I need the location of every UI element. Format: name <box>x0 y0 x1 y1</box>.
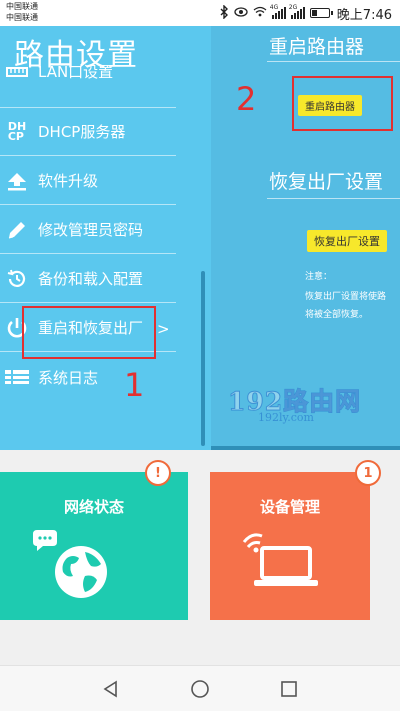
network-status-title: 网络状态 <box>63 498 124 516</box>
divider <box>267 61 400 62</box>
factory-reset-title: 恢复出厂设置 <box>269 171 384 193</box>
watermark-url: 192ly.com <box>258 411 314 424</box>
signal-2g-tag: 2G <box>288 4 298 11</box>
list-icon <box>2 369 32 385</box>
signal-2g-icon: 2G <box>288 4 305 19</box>
notice-line-1: 恢复出厂设置将使路 <box>305 292 387 302</box>
device-management-title: 设备管理 <box>259 498 320 516</box>
recents-square-icon <box>281 681 297 697</box>
menu-item-backup[interactable]: 备份和载入配置 <box>0 255 176 303</box>
menu-label-dhcp: DHCP服务器 <box>38 123 126 141</box>
network-status-card[interactable]: 网络状态 <box>0 472 188 620</box>
chevron-right-icon: > <box>157 320 170 338</box>
menu-label-upgrade: 软件升级 <box>38 172 99 190</box>
status-clock: 晚上7:46 <box>336 7 392 23</box>
android-nav-bar <box>0 665 400 711</box>
menu-item-lan[interactable]: LAN口设置 <box>0 60 176 108</box>
menu-item-upgrade[interactable]: 软件升级 <box>0 157 176 205</box>
status-bar: 中国联通 中国联通 4G 2G 晚上7:46 <box>0 0 400 26</box>
recents-button[interactable] <box>278 678 300 700</box>
dashboard-cards: 网络状态 ! 设备管理 1 <box>0 450 400 665</box>
wifi-laptop-icon <box>240 528 322 594</box>
chat-globe-icon <box>31 528 111 604</box>
annotation-number-step2: 2 <box>236 80 257 118</box>
router-settings-panel: 路由设置 LAN口设置 DH CP DHCP服务器 软件升级 修改管理员密码 备… <box>0 26 211 450</box>
menu-item-dhcp[interactable]: DH CP DHCP服务器 <box>0 108 176 156</box>
menu-label-password: 修改管理员密码 <box>38 221 144 239</box>
battery-icon <box>309 8 333 18</box>
device-count-badge: 1 <box>355 460 381 486</box>
menu-item-password[interactable]: 修改管理员密码 <box>0 206 176 254</box>
signal-4g-tag: 4G <box>269 4 279 11</box>
annotation-box-step1 <box>22 306 156 359</box>
back-triangle-icon <box>103 680 117 698</box>
divider <box>267 198 400 199</box>
home-circle-icon <box>191 680 209 698</box>
reboot-router-title: 重启路由器 <box>269 36 365 58</box>
screen: 中国联通 中国联通 4G 2G 晚上7:46 路由设置 LAN口设置 DH CP… <box>0 0 400 711</box>
menu-item-syslog[interactable]: 系统日志 <box>0 353 176 401</box>
home-button[interactable] <box>189 678 211 700</box>
menu-label-backup: 备份和载入配置 <box>38 270 144 288</box>
network-status-alert-badge: ! <box>145 460 171 486</box>
pencil-icon <box>2 219 32 241</box>
notice-line-2: 将被全部恢复。 <box>305 310 369 320</box>
notice-label: 注意： <box>305 272 333 282</box>
factory-reset-button[interactable]: 恢复出厂设置 <box>307 230 387 252</box>
carrier-label-1: 中国联通 <box>6 2 38 11</box>
signal-4g-icon: 4G <box>269 4 286 19</box>
lan-icon <box>2 66 32 79</box>
upgrade-arrow-icon <box>2 171 32 191</box>
scrollbar[interactable] <box>201 271 205 446</box>
dhcp-icon: DH CP <box>7 119 27 143</box>
menu-label-lan: LAN口设置 <box>38 63 114 81</box>
back-button[interactable] <box>100 678 122 700</box>
device-management-card[interactable]: 设备管理 <box>210 472 370 620</box>
backup-clock-icon <box>2 268 32 290</box>
bluetooth-icon <box>219 3 229 22</box>
annotation-box-step2 <box>292 76 393 131</box>
carrier-label-2: 中国联通 <box>6 13 38 22</box>
annotation-number-step1: 1 <box>124 366 145 404</box>
wifi-status-icon <box>253 6 267 20</box>
menu-label-syslog: 系统日志 <box>38 368 99 387</box>
eye-icon <box>234 6 248 20</box>
